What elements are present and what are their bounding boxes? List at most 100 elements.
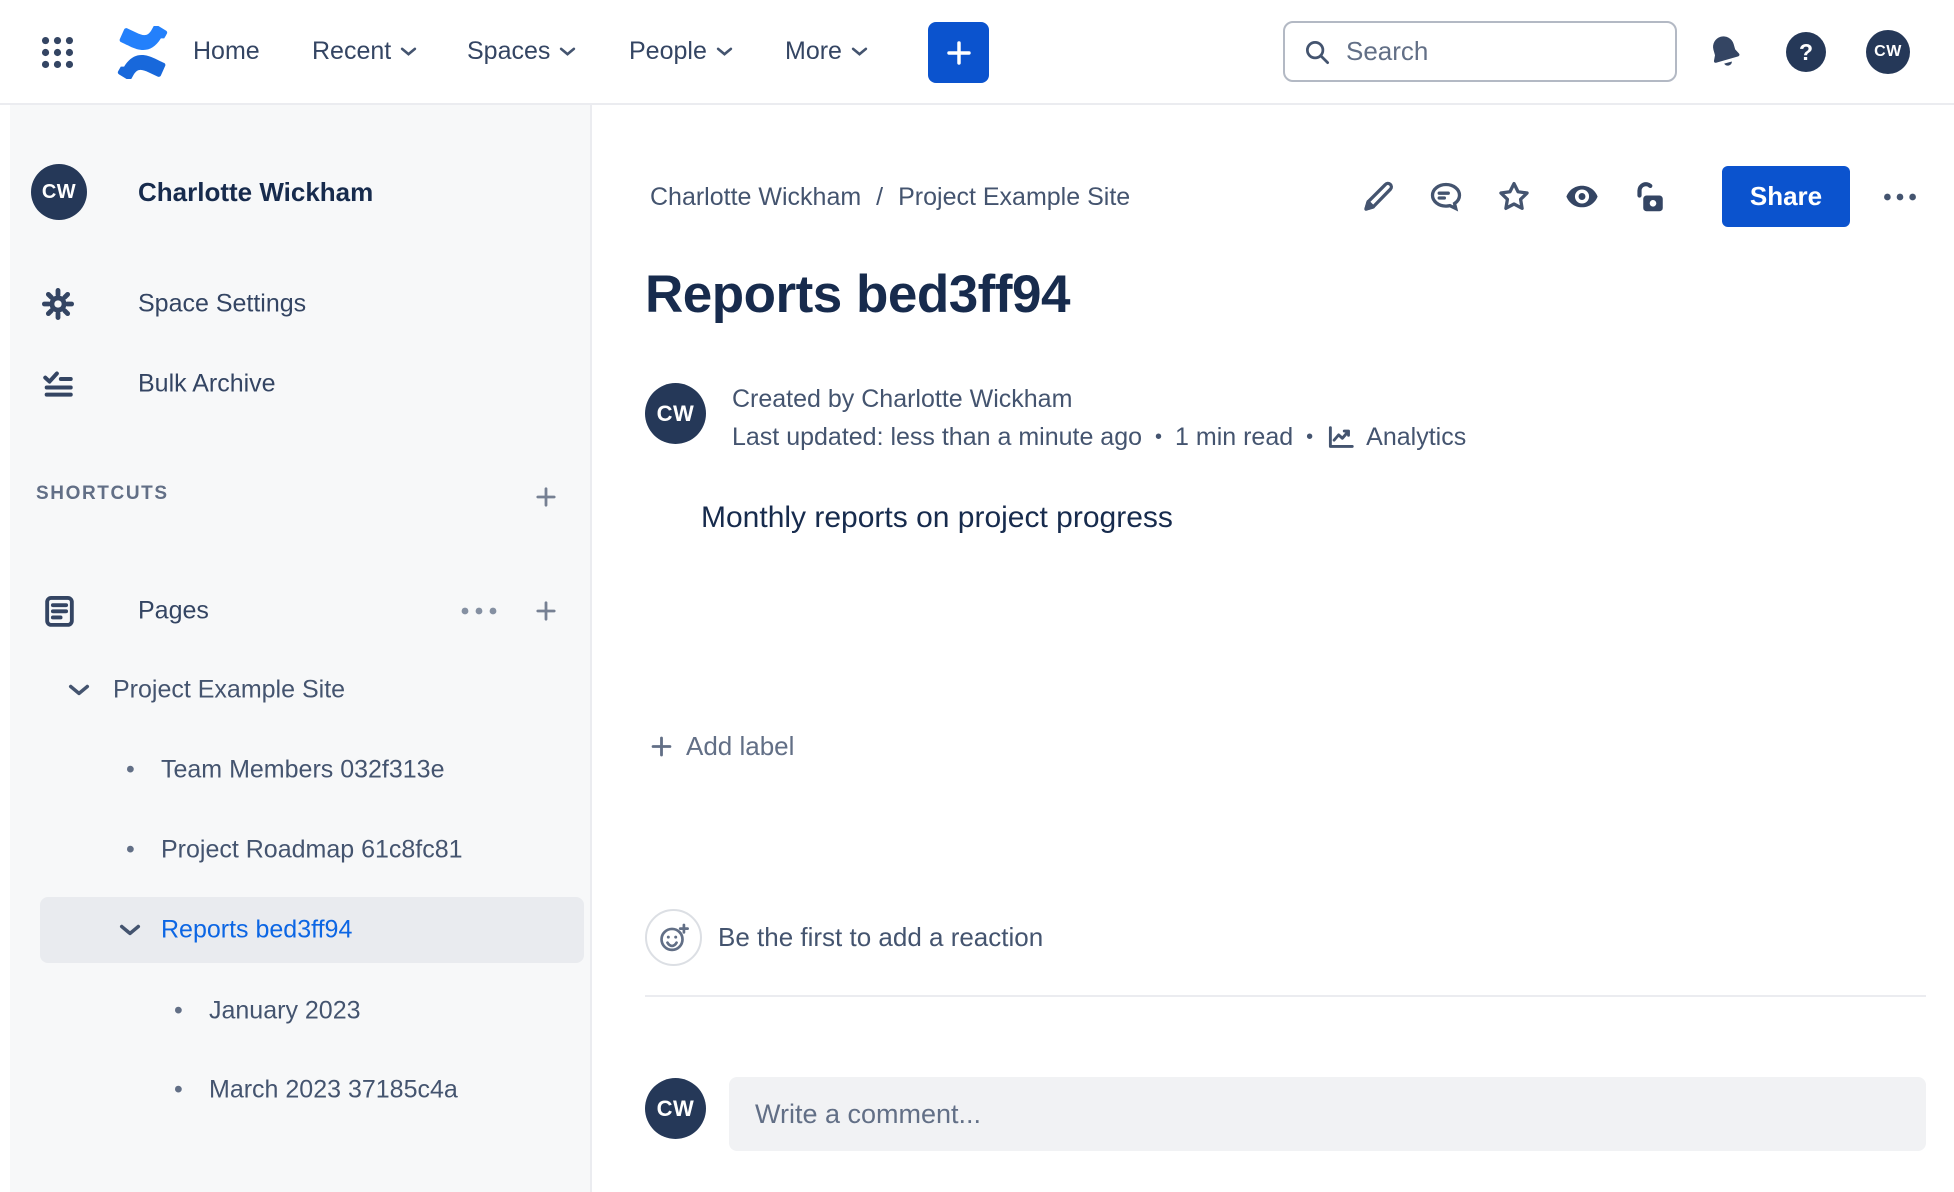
search-box (1283, 21, 1677, 82)
eye-icon (1566, 185, 1598, 208)
sidebar-section-pages[interactable]: Pages (0, 589, 590, 633)
pages-icon (41, 593, 78, 630)
tree-item-project-example-site[interactable]: Project Example Site (0, 664, 590, 716)
created-by-text: Created by Charlotte Wickham (732, 385, 1073, 413)
watch-button[interactable] (1564, 177, 1600, 216)
tree-item-label: Team Members 032f313e (161, 755, 445, 784)
author-avatar: CW (645, 383, 706, 444)
nav-item-home[interactable]: Home (193, 0, 260, 103)
nav-item-spaces[interactable]: Spaces (467, 0, 576, 103)
notifications-button[interactable] (1705, 32, 1745, 72)
bullet-icon: • (126, 755, 135, 784)
sidebar-item-space-settings[interactable]: Space Settings (0, 282, 590, 326)
nav-item-people[interactable]: People (629, 0, 733, 103)
comment-input[interactable] (729, 1077, 1926, 1151)
last-updated-text: Last updated: less than a minute ago (732, 422, 1143, 451)
edit-button[interactable] (1360, 179, 1396, 215)
chevron-down-icon (560, 47, 576, 56)
pages-more-button[interactable] (458, 595, 500, 627)
ellipsis-icon (461, 607, 497, 615)
plus-icon (946, 40, 971, 65)
avatar-initials: CW (656, 400, 695, 426)
nav-item-label: Home (193, 37, 260, 65)
tree-item-label: Project Example Site (113, 675, 346, 704)
comment-button[interactable] (1428, 178, 1464, 215)
bulk-archive-icon (41, 367, 75, 401)
sidebar-section-label: Pages (138, 596, 209, 625)
analytics-link[interactable]: Analytics (1326, 422, 1466, 452)
avatar-initials: CW (1874, 43, 1902, 60)
nav-item-label: Recent (312, 37, 392, 65)
nav-item-label: People (629, 37, 707, 65)
plus-icon (536, 601, 556, 621)
star-button[interactable] (1496, 178, 1532, 215)
dot-separator: • (1306, 425, 1314, 448)
add-label-button[interactable]: Add label (648, 727, 794, 765)
tree-item-label: Reports bed3ff94 (161, 915, 353, 944)
plus-icon (651, 736, 672, 756)
add-shortcut-button[interactable] (530, 481, 562, 513)
avatar-initials: CW (656, 1095, 695, 1121)
comment-icon (1430, 182, 1462, 212)
confluence-logo[interactable] (116, 26, 169, 79)
share-button[interactable]: Share (1722, 166, 1850, 227)
read-time-text: 1 min read (1175, 422, 1294, 451)
question-mark-icon: ? (1798, 38, 1814, 65)
tree-item-march-2023[interactable]: • March 2023 37185c4a (0, 1064, 590, 1116)
create-button[interactable] (928, 22, 989, 83)
chevron-down-icon (401, 47, 417, 56)
breadcrumb-parent[interactable]: Project Example Site (898, 183, 1130, 212)
chevron-down-icon (716, 47, 733, 56)
bullet-icon: • (174, 996, 183, 1025)
page-title: Reports bed3ff94 (645, 265, 1070, 324)
tree-item-label: Project Roadmap 61c8fc81 (161, 835, 463, 864)
add-page-button[interactable] (530, 595, 562, 627)
search-icon (1306, 40, 1329, 64)
plus-icon (536, 487, 556, 507)
gear-icon (41, 287, 75, 321)
bullet-icon: • (126, 835, 135, 864)
tree-item-project-roadmap[interactable]: • Project Roadmap 61c8fc81 (0, 824, 590, 876)
bullet-icon: • (174, 1075, 183, 1104)
more-options-button[interactable] (1882, 191, 1918, 203)
pencil-icon (1364, 181, 1393, 211)
analytics-label: Analytics (1366, 422, 1467, 451)
tree-item-team-members[interactable]: • Team Members 032f313e (0, 744, 590, 796)
byline: Created by Charlotte Wickham Last update… (732, 385, 1466, 452)
nav-item-more[interactable]: More (785, 0, 868, 103)
apps-grid-icon[interactable] (37, 32, 78, 73)
breadcrumb: Charlotte Wickham / Project Example Site (650, 183, 1130, 212)
dot-separator: • (1155, 425, 1163, 448)
restrictions-button[interactable] (1632, 179, 1668, 215)
search-input[interactable] (1346, 36, 1646, 67)
commenter-avatar: CW (645, 1078, 706, 1139)
breadcrumb-space[interactable]: Charlotte Wickham (650, 183, 861, 212)
top-navigation: Home Recent Spaces People More Search ? … (0, 0, 1954, 105)
sidebar-item-bulk-archive[interactable]: Bulk Archive (0, 362, 590, 406)
tree-item-label: January 2023 (209, 996, 361, 1025)
nav-item-label: More (785, 37, 842, 65)
space-avatar: CW (31, 164, 87, 220)
star-icon (1499, 181, 1529, 210)
chevron-down-icon[interactable] (119, 923, 141, 937)
chevron-down-icon (851, 47, 868, 56)
sidebar-item-label: Space Settings (138, 289, 307, 318)
nav-item-label: Spaces (467, 37, 551, 65)
tree-item-january-2023[interactable]: • January 2023 (0, 985, 590, 1037)
chevron-down-icon[interactable] (68, 683, 90, 697)
tree-item-reports-selected[interactable]: Reports bed3ff94 (0, 904, 590, 956)
ellipsis-icon (1884, 193, 1916, 200)
add-reaction-button[interactable] (645, 909, 702, 966)
breadcrumb-separator: / (876, 183, 884, 211)
space-name: Charlotte Wickham (138, 177, 374, 207)
analytics-icon (1329, 426, 1354, 448)
shortcuts-heading: SHORTCUTS (36, 483, 169, 504)
reaction-prompt: Be the first to add a reaction (718, 922, 1044, 952)
smiley-plus-icon (659, 923, 689, 951)
profile-avatar[interactable]: CW (1866, 30, 1910, 74)
unlock-icon (1637, 181, 1663, 211)
help-button[interactable]: ? (1786, 32, 1826, 72)
sidebar-item-label: Bulk Archive (138, 369, 276, 398)
page-body-text: Monthly reports on project progress (701, 501, 1173, 534)
nav-item-recent[interactable]: Recent (312, 0, 417, 103)
